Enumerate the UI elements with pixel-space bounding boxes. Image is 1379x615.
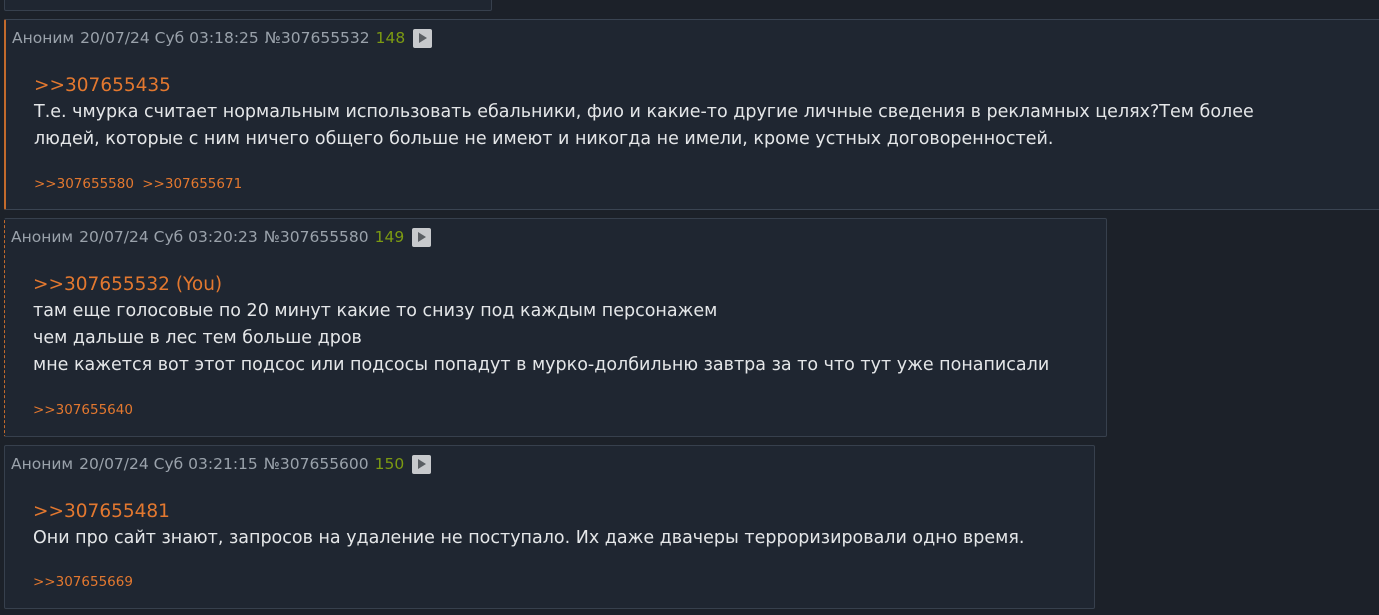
post-date: 20/07/24 Суб 03:20:23	[79, 228, 258, 246]
reply-link[interactable]: >>307655481	[33, 498, 1074, 525]
message-line: там еще голосовые по 20 минут какие то с…	[33, 301, 718, 321]
post-details: Аноним 20/07/24 Суб 03:20:23 №307655580 …	[11, 225, 437, 249]
post-number: 149	[374, 228, 405, 246]
thread: Аноним 20/07/24 Суб 03:18:25 №307655532 …	[0, 0, 1379, 615]
play-icon[interactable]	[412, 227, 432, 247]
post-number: 148	[375, 29, 406, 47]
post-details: Аноним 20/07/24 Суб 03:21:15 №307655600 …	[11, 452, 437, 476]
post: Аноним 20/07/24 Суб 03:20:23 №307655580 …	[4, 218, 1107, 437]
post-replies: >>307655669	[33, 574, 137, 590]
post-replies: >>307655580 >>307655671	[34, 176, 246, 192]
previous-post-fragment	[4, 0, 492, 11]
play-icon[interactable]	[412, 454, 432, 474]
reply-link[interactable]: >>307655435	[34, 72, 1363, 99]
post-number: 150	[374, 455, 405, 473]
message-line: людей, которые с ним ничего общего больш…	[34, 129, 1054, 149]
post-message: >>307655435 Т.е. чмурка считает нормальн…	[34, 72, 1363, 153]
post-replies: >>307655640	[33, 402, 137, 418]
post-message: >>307655481 Они про сайт знают, запросов…	[33, 498, 1074, 552]
post-id[interactable]: №307655532	[265, 29, 370, 47]
message-line: чем дальше в лес тем больше дров	[33, 328, 362, 348]
message-line: Они про сайт знают, запросов на удаление…	[33, 528, 1025, 548]
post-date: 20/07/24 Суб 03:18:25	[80, 29, 259, 47]
post: Аноним 20/07/24 Суб 03:21:15 №307655600 …	[4, 445, 1095, 609]
post-author: Аноним	[12, 29, 75, 47]
backref-link[interactable]: >>307655669	[33, 574, 133, 590]
backref-link[interactable]: >>307655580	[34, 176, 134, 192]
message-line: Т.е. чмурка считает нормальным использов…	[34, 102, 1254, 122]
play-icon[interactable]	[413, 28, 433, 48]
reply-link[interactable]: >>307655532 (You)	[33, 271, 1086, 298]
post: Аноним 20/07/24 Суб 03:18:25 №307655532 …	[4, 19, 1379, 210]
backref-link[interactable]: >>307655671	[142, 176, 242, 192]
post-id[interactable]: №307655600	[264, 455, 369, 473]
post-id[interactable]: №307655580	[264, 228, 369, 246]
post-details: Аноним 20/07/24 Суб 03:18:25 №307655532 …	[12, 26, 438, 50]
post-date: 20/07/24 Суб 03:21:15	[79, 455, 258, 473]
backref-link[interactable]: >>307655640	[33, 402, 133, 418]
message-line: мне кажется вот этот подсос или подсосы …	[33, 355, 1050, 375]
post-author: Аноним	[11, 228, 74, 246]
post-author: Аноним	[11, 455, 74, 473]
post-message: >>307655532 (You) там еще голосовые по 2…	[33, 271, 1086, 379]
